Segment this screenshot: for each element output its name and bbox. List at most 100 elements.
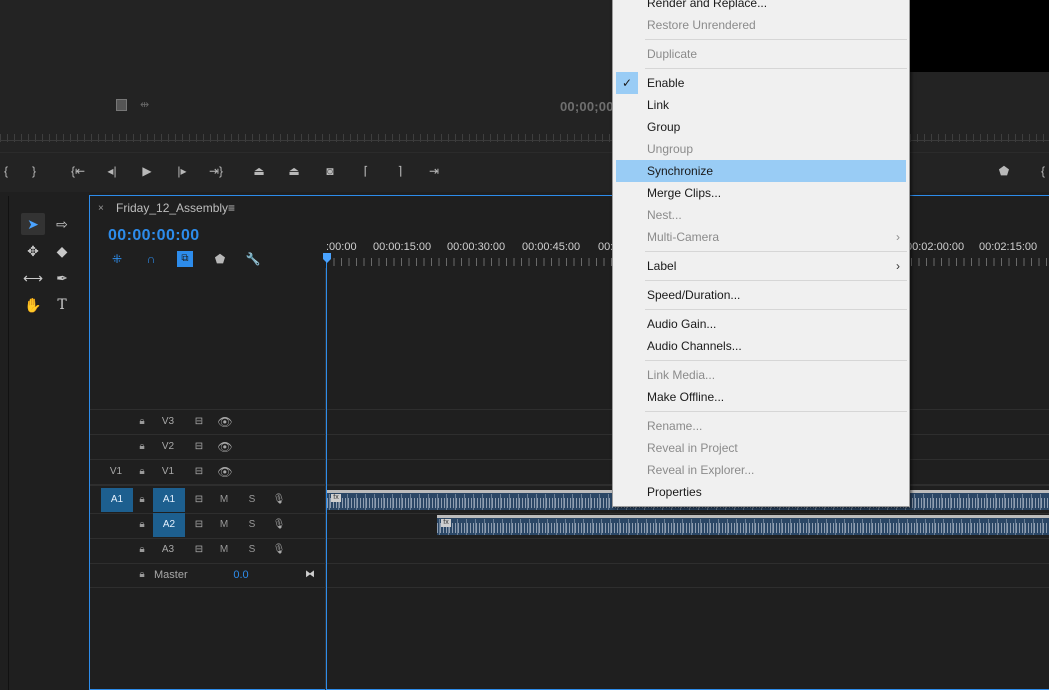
hand-tool-icon[interactable]: ✋ — [21, 294, 45, 316]
razor-tool-icon[interactable]: ◆ — [50, 240, 74, 262]
track-select-tool-icon[interactable]: ⇨ — [50, 213, 74, 235]
track-label[interactable]: V3 — [158, 410, 178, 434]
menu-item-link-media[interactable]: Link Media... — [616, 364, 906, 386]
sync-lock-icon[interactable]: ⊟ — [191, 435, 207, 459]
lift-icon[interactable]: ⏏ — [249, 162, 269, 180]
lock-icon[interactable]: 🔒︎ — [136, 435, 148, 459]
slip-tool-icon[interactable]: ⟷ — [21, 267, 45, 289]
menu-item-make-offline[interactable]: Make Offline... — [616, 386, 906, 408]
menu-item-rename[interactable]: Rename... — [616, 415, 906, 437]
mark-in-right-icon[interactable]: { — [1033, 162, 1049, 180]
sequence-tab[interactable]: Friday_12_Assembly — [116, 201, 228, 215]
pen-tool-icon[interactable]: ✒ — [50, 267, 74, 289]
menu-item-enable[interactable]: Enable — [616, 72, 906, 94]
source-patch-a1[interactable]: A1 — [101, 488, 133, 512]
trim-icon[interactable]: ⇥ — [424, 162, 444, 180]
menu-item-multi-camera[interactable]: Multi-Camera › — [616, 226, 906, 248]
menu-item-reveal-in-explorer[interactable]: Reveal in Explorer... — [616, 459, 906, 481]
monitor-video-frame — [910, 0, 1049, 72]
menu-item-speed-duration[interactable]: Speed/Duration... — [616, 284, 906, 306]
solo-button[interactable]: S — [245, 488, 259, 512]
step-forward-icon[interactable]: |▸ — [172, 162, 192, 180]
mark-in-icon[interactable]: { — [0, 162, 16, 180]
sync-lock-icon[interactable]: ⊟ — [191, 513, 207, 537]
step-back-icon[interactable]: ◂| — [102, 162, 122, 180]
playhead-line[interactable] — [326, 262, 327, 690]
mark-out-icon[interactable]: } — [24, 162, 44, 180]
track-header-a3: 🔒︎ A3 ⊟ M S 🎙︎ — [90, 538, 326, 563]
mute-button[interactable]: M — [217, 488, 231, 512]
voice-over-mic-icon[interactable]: 🎙︎ — [271, 488, 287, 512]
export-frame-icon[interactable]: ◙ — [320, 162, 340, 180]
voice-over-mic-icon[interactable]: 🎙︎ — [271, 538, 287, 562]
go-to-in-icon[interactable]: {⇤ — [68, 162, 88, 180]
track-label[interactable]: V2 — [158, 435, 178, 459]
solo-button[interactable]: S — [245, 513, 259, 537]
lock-icon[interactable]: 🔒︎ — [136, 563, 148, 587]
menu-item-audio-channels[interactable]: Audio Channels... — [616, 335, 906, 357]
sync-lock-icon[interactable]: ⊟ — [191, 538, 207, 562]
master-label: Master — [154, 569, 188, 581]
menu-item-duplicate[interactable]: Duplicate — [616, 43, 906, 65]
sequence-timecode[interactable]: 00:00:00:00 — [108, 227, 200, 245]
ripple-edit-tool-icon[interactable]: ✥ — [21, 240, 45, 262]
menu-item-properties[interactable]: Properties — [616, 481, 906, 503]
track-header-v3: 🔒︎ V3 ⊟ 👁︎ — [90, 410, 326, 435]
overwrite-edit-icon[interactable]: ⌉ — [390, 162, 410, 180]
menu-item-link[interactable]: Link — [616, 94, 906, 116]
linked-selection-icon[interactable]: ⧉ — [177, 251, 193, 267]
safe-margins-icon[interactable] — [116, 99, 127, 111]
sync-lock-icon[interactable]: ⊟ — [191, 488, 207, 512]
close-tab-icon[interactable]: × — [98, 203, 104, 214]
track-target-a1[interactable]: A1 — [153, 488, 185, 512]
lock-icon[interactable]: 🔒︎ — [136, 488, 148, 512]
audio-clip-a2[interactable]: fx — [437, 515, 1049, 535]
menu-separator — [645, 68, 907, 69]
menu-item-group[interactable]: Group — [616, 116, 906, 138]
menu-item-nest[interactable]: Nest... — [616, 204, 906, 226]
insert-edit-icon[interactable]: ⌈ — [356, 162, 376, 180]
drop-frame-icon[interactable]: ⇹ — [140, 98, 149, 111]
snap-icon[interactable]: ∩ — [143, 251, 159, 267]
waveform-peaks — [437, 519, 1049, 535]
lock-icon[interactable]: 🔒︎ — [136, 538, 148, 562]
wrench-icon[interactable]: 🔧 — [245, 251, 261, 267]
eye-icon[interactable]: 👁︎ — [216, 410, 234, 434]
menu-item-reveal-in-project[interactable]: Reveal in Project — [616, 437, 906, 459]
source-patch-v1[interactable]: V1 — [106, 460, 126, 484]
track-label[interactable]: V1 — [158, 460, 178, 484]
eye-icon[interactable]: 👁︎ — [216, 435, 234, 459]
play-icon[interactable]: ▶ — [137, 162, 157, 180]
add-marker-icon[interactable]: ⬟ — [212, 251, 228, 267]
voice-over-mic-icon[interactable]: 🎙︎ — [271, 513, 287, 537]
eye-icon[interactable]: 👁︎ — [216, 460, 234, 484]
menu-item-restore-unrendered[interactable]: Restore Unrendered — [616, 14, 906, 36]
solo-button[interactable]: S — [245, 538, 259, 562]
mute-button[interactable]: M — [217, 538, 231, 562]
mute-button[interactable]: M — [217, 513, 231, 537]
sync-lock-icon[interactable]: ⊟ — [191, 460, 207, 484]
go-to-end-icon[interactable]: ⧓ — [302, 563, 318, 587]
menu-item-synchronize[interactable]: Synchronize — [616, 160, 906, 182]
menu-item-audio-gain[interactable]: Audio Gain... — [616, 313, 906, 335]
menu-item-label-submenu[interactable]: Label › — [616, 255, 906, 277]
type-tool-icon[interactable]: T — [50, 294, 74, 316]
panel-menu-icon[interactable]: ≡ — [228, 201, 235, 215]
menu-item-render-and-replace[interactable]: Render and Replace... — [616, 0, 906, 14]
master-volume-value[interactable]: 0.0 — [230, 563, 252, 587]
menu-item-merge-clips[interactable]: Merge Clips... — [616, 182, 906, 204]
menu-item-label: Multi-Camera — [647, 230, 720, 244]
lock-icon[interactable]: 🔒︎ — [136, 513, 148, 537]
add-marker-icon[interactable]: ⬟ — [994, 162, 1014, 180]
track-target-a2[interactable]: A2 — [153, 513, 185, 537]
go-to-out-icon[interactable]: ⇥} — [206, 162, 226, 180]
lock-icon[interactable]: 🔒︎ — [136, 460, 148, 484]
nest-toggle-icon[interactable]: ⁜ — [109, 251, 125, 267]
sync-lock-icon[interactable]: ⊟ — [191, 410, 207, 434]
menu-item-ungroup[interactable]: Ungroup — [616, 138, 906, 160]
clip-context-menu: Render and Replace... Restore Unrendered… — [612, 0, 910, 507]
extract-icon[interactable]: ⏏ — [284, 162, 304, 180]
track-label[interactable]: A3 — [158, 538, 178, 562]
selection-tool-icon[interactable]: ➤ — [21, 213, 45, 235]
lock-icon[interactable]: 🔒︎ — [136, 410, 148, 434]
